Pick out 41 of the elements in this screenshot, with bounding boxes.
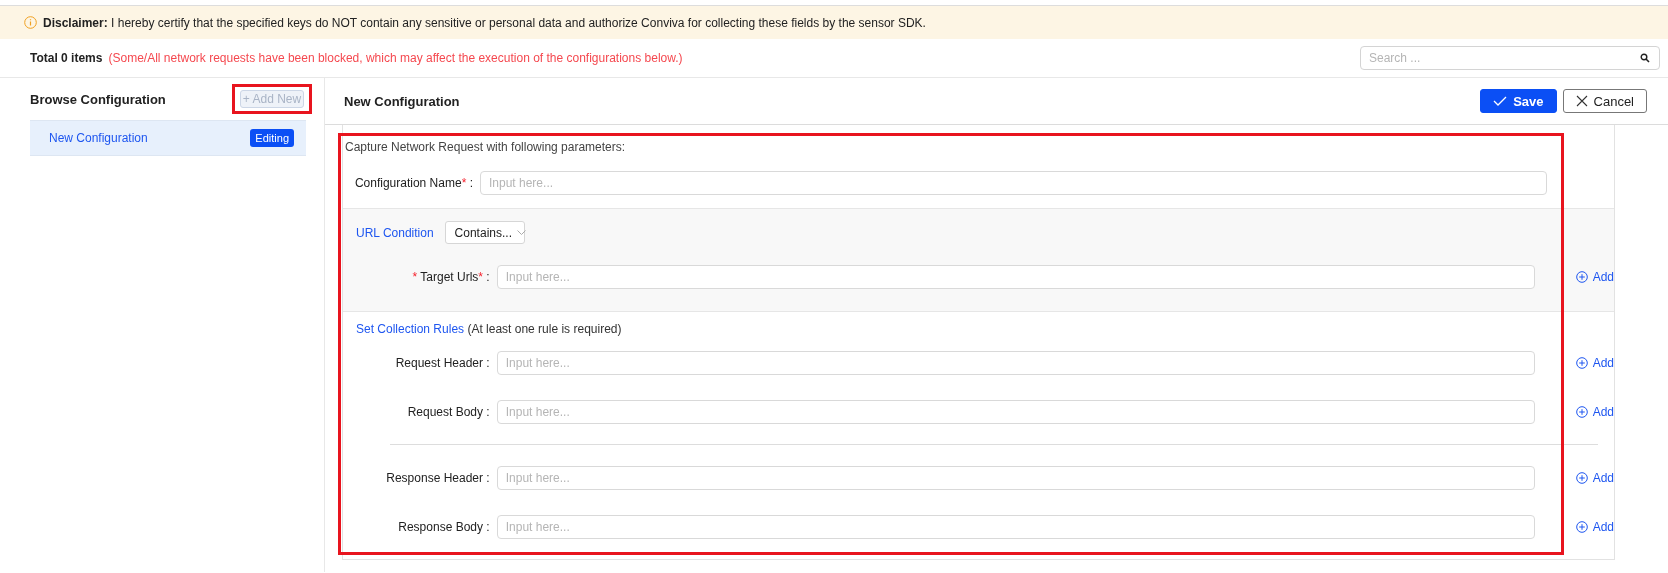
info-icon <box>24 16 37 29</box>
add-button[interactable]: Add <box>1575 471 1614 485</box>
plus-circle-icon <box>1575 406 1588 418</box>
input-field[interactable]: Input here... <box>496 466 1535 490</box>
condition-select[interactable]: Contains... <box>444 221 525 244</box>
input-field[interactable]: Input here... <box>496 265 1535 289</box>
save-button[interactable]: Save <box>1480 89 1557 113</box>
panel-title: Browse Configuration <box>30 91 166 107</box>
editor-title: New Configuration <box>344 93 460 109</box>
disclaimer-text: Disclaimer: I hereby certify that the specified keys do NOT contain any sensitive or personal data and authorize Conviva for collecting these fields by the sensor SDK. <box>43 15 926 30</box>
field-label: Configuration Name* : <box>353 176 474 190</box>
field-label: Request Body : <box>406 405 491 419</box>
search-icon <box>1640 53 1650 63</box>
warning-text: (Some/All network requests have been blocked, which may affect the execution of the configurations below.) <box>108 51 683 65</box>
cancel-button[interactable]: Cancel <box>1562 89 1647 113</box>
input-field[interactable]: Input here... <box>480 171 1547 195</box>
field-label: Response Body : <box>397 520 491 534</box>
input-field[interactable]: Input here... <box>496 515 1535 539</box>
add-button[interactable]: Add <box>1575 356 1614 370</box>
form-intro: Capture Network Request with following parameters: <box>344 139 627 154</box>
field-label: Response Header : <box>385 471 491 485</box>
search-field[interactable]: Search ... <box>1360 46 1660 70</box>
item-count: Total 0 items <box>30 51 103 65</box>
add-button[interactable]: Add <box>1575 520 1614 534</box>
config-list-item[interactable]: New Configuration Editing <box>30 120 306 156</box>
chevron-down-icon <box>517 229 526 236</box>
plus-circle-icon <box>1575 357 1588 369</box>
input-field[interactable]: Input here... <box>496 351 1535 375</box>
section-label: URL Condition <box>356 225 434 240</box>
section-label: Set Collection Rules (At least one rule is required) <box>356 322 622 336</box>
field-label: Request Header : <box>394 356 491 370</box>
plus-circle-icon <box>1575 472 1588 484</box>
add-button[interactable]: Add <box>1575 405 1614 419</box>
field-label: * Target Urls* : <box>411 270 491 284</box>
input-field[interactable]: Input here... <box>496 400 1535 424</box>
plus-circle-icon <box>1575 521 1588 533</box>
close-icon <box>1575 95 1588 107</box>
check-icon <box>1493 95 1508 107</box>
add-button[interactable]: Add <box>1575 270 1614 284</box>
plus-circle-icon <box>1575 271 1588 283</box>
status-badge: Editing <box>250 129 294 147</box>
